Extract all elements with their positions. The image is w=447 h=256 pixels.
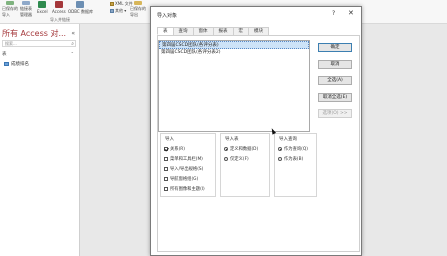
odbc-button[interactable]: ODBC 数据库 <box>68 0 93 18</box>
odbc-icon <box>76 1 85 8</box>
nav-group-tables[interactable]: 表 ⌃ <box>2 51 76 57</box>
checkbox-icon <box>164 177 168 181</box>
saved-imports-button[interactable]: 已保存的 导入 <box>2 0 18 18</box>
radio-selected-icon <box>278 147 282 151</box>
import-queries-group: 导入查询 作为查询(Q) 作为表(B) <box>274 133 317 197</box>
object-type-tabs: 表 查询 窗体 报表 宏 模块 <box>157 27 269 35</box>
tab-tables[interactable]: 表 <box>157 27 174 35</box>
saved-exports-button[interactable]: 已保存的 导出 <box>130 0 146 18</box>
checkbox-icon <box>164 167 168 171</box>
linked-table-manager-button[interactable]: 链接表 管理器 <box>20 0 32 18</box>
other-icon <box>110 9 114 13</box>
tab-reports[interactable]: 报表 <box>212 27 234 35</box>
nav-item-table[interactable]: 成绩排名 <box>4 61 29 67</box>
checkbox-checked-icon <box>164 147 168 151</box>
relationships-checkbox[interactable]: 关系(R) <box>164 146 185 152</box>
as-queries-radio[interactable]: 作为查询(Q) <box>278 146 308 152</box>
nav-search-input[interactable]: 搜索... ⌕ <box>2 40 76 47</box>
access-button[interactable]: Access <box>52 0 66 18</box>
nav-shutter-icon[interactable]: « <box>71 30 75 37</box>
ok-button[interactable]: 确定 <box>318 43 352 52</box>
import-export-specs-checkbox[interactable]: 导入/导出规格(S) <box>164 166 203 172</box>
radio-icon <box>278 157 282 161</box>
navigation-pane: 所有 Access 对... « 搜索... ⌕ 表 ⌃ 成绩排名 <box>0 24 80 256</box>
cancel-button[interactable]: 取消 <box>318 60 352 69</box>
checkbox-icon <box>164 157 168 161</box>
definition-and-data-radio[interactable]: 定义和数据(D) <box>224 146 258 152</box>
help-icon[interactable]: ? <box>332 10 335 17</box>
list-item[interactable]: 第四届CSCD团队(各评分表2) <box>159 49 309 57</box>
as-tables-radio[interactable]: 作为表(B) <box>278 156 303 162</box>
nav-title[interactable]: 所有 Access 对... <box>2 28 66 39</box>
import-tables-group: 导入表 定义和数据(D) 仅定义(F) <box>220 133 270 197</box>
linked-table-icon <box>22 1 30 5</box>
search-icon: ⌕ <box>71 41 74 47</box>
options-button[interactable]: 选项(O) >> <box>318 109 352 118</box>
excel-button[interactable]: Excel <box>37 0 48 18</box>
excel-icon <box>38 1 47 8</box>
import-tables-title: 导入表 <box>224 136 240 142</box>
chevron-up-icon: ⌃ <box>70 51 74 56</box>
list-item[interactable]: 第四届CSCD团队(各评分表) <box>159 41 309 49</box>
saved-imports-icon <box>6 1 14 5</box>
table-icon <box>4 62 9 66</box>
import-group-label: 导入并链接 <box>50 17 70 22</box>
nav-pane-groups-checkbox[interactable]: 导航窗格组(G) <box>164 176 198 182</box>
checkbox-icon <box>164 187 168 191</box>
saved-exports-icon <box>134 1 142 5</box>
tab-queries[interactable]: 查询 <box>172 27 194 35</box>
select-all-button[interactable]: 全选(A) <box>318 76 352 85</box>
tab-macros[interactable]: 宏 <box>232 27 249 35</box>
xml-icon <box>110 2 114 6</box>
import-options-group: 导入 关系(R) 菜单和工具栏(M) 导入/导出规格(S) 导航窗格组(G) 所… <box>160 133 216 197</box>
import-group-title: 导入 <box>164 136 175 142</box>
radio-selected-icon <box>224 147 228 151</box>
deselect-all-button[interactable]: 取消全选(E) <box>318 93 352 102</box>
close-icon[interactable]: ✕ <box>348 9 354 17</box>
import-queries-title: 导入查询 <box>278 136 298 142</box>
other-button[interactable]: 其他 ▾ <box>110 8 126 14</box>
radio-icon <box>224 157 228 161</box>
access-icon <box>54 1 63 8</box>
definition-only-radio[interactable]: 仅定义(F) <box>224 156 249 162</box>
tab-modules[interactable]: 模块 <box>248 27 269 35</box>
dialog-title: 导入对象 <box>157 13 178 19</box>
menus-toolbars-checkbox[interactable]: 菜单和工具栏(M) <box>164 156 203 162</box>
tables-list[interactable]: 第四届CSCD团队(各评分表) 第四届CSCD团队(各评分表2) <box>158 40 310 132</box>
tab-forms[interactable]: 窗体 <box>192 27 214 35</box>
images-themes-checkbox[interactable]: 所有图像和主题(I) <box>164 186 205 192</box>
